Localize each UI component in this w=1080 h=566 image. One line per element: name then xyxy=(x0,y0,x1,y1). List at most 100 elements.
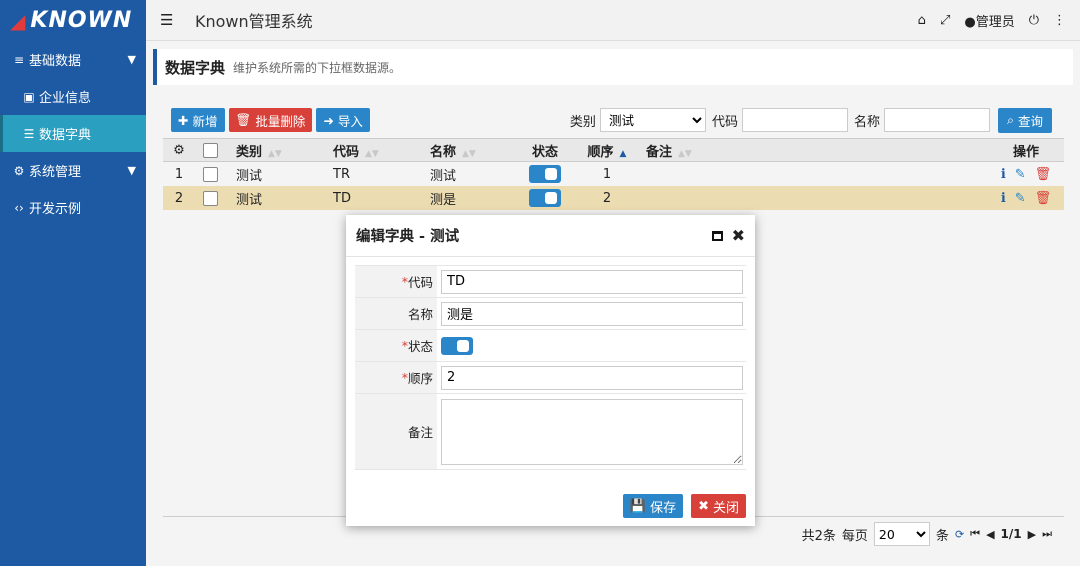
plus-icon: ✚ xyxy=(178,112,189,128)
label-text: 顺序 xyxy=(407,371,433,386)
list-icon: ☰ xyxy=(23,126,35,141)
status-switch[interactable] xyxy=(441,336,473,355)
maximize-icon[interactable] xyxy=(711,230,723,241)
fullscreen-icon[interactable]: ⤢ xyxy=(940,13,950,28)
home-icon[interactable]: ⌂ xyxy=(918,13,926,28)
per-page-unit: 条 xyxy=(935,528,949,544)
import-button[interactable]: ➜ 导入 xyxy=(316,108,370,132)
label-text: 状态 xyxy=(407,339,433,354)
row-checkbox[interactable] xyxy=(202,166,218,182)
code-field[interactable] xyxy=(441,269,743,294)
search-icon: ⌕ xyxy=(1006,112,1014,127)
dialog-header: 编辑字典 - 测试 ✖ xyxy=(346,215,755,257)
sort-icon: ▲▼ xyxy=(268,148,282,159)
category-select[interactable]: 测试 xyxy=(599,108,706,132)
refresh-icon[interactable]: ⟳ xyxy=(955,528,964,541)
row-checkbox[interactable] xyxy=(202,190,218,206)
sidebar-item-dev-examples[interactable]: ‹› 开发示例 xyxy=(0,189,146,226)
import-label: 导入 xyxy=(337,113,363,129)
note-field[interactable] xyxy=(441,398,743,465)
app-title: Known管理系统 xyxy=(195,12,313,31)
code-input[interactable] xyxy=(741,108,848,132)
label-text: 名称 xyxy=(407,307,433,322)
delete-icon[interactable]: 🗑 xyxy=(1035,167,1052,182)
query-form: 类别 测试 代码 名称 ⌕ 查询 xyxy=(564,107,1056,133)
status-toggle[interactable] xyxy=(529,189,561,207)
sort-icon: ▲▼ xyxy=(678,148,692,159)
per-page-label: 每页 xyxy=(841,528,868,544)
last-page-icon[interactable]: ⏭ xyxy=(1042,527,1052,541)
header-order[interactable]: 顺序 ▲ xyxy=(576,141,638,160)
close-button[interactable]: ✖ 关闭 xyxy=(691,494,746,518)
sidebar-item-dictionary[interactable]: ☰ 数据字典 xyxy=(0,115,146,152)
topbar-actions: ⌂ ⤢ ●管理员 ⏻ ⋮ xyxy=(918,11,1066,30)
column-settings-icon[interactable]: ⚙ xyxy=(163,143,195,158)
gears-icon: ⚙ xyxy=(13,163,25,178)
page-size-select[interactable]: 20 xyxy=(873,522,930,546)
name-input[interactable] xyxy=(883,108,990,132)
database-icon: ≡ xyxy=(13,52,25,67)
edit-icon[interactable]: ✎ xyxy=(1015,191,1026,206)
field-label-code: * 代码 xyxy=(355,266,437,297)
header-label: 名称 xyxy=(430,144,457,160)
batch-delete-label: 批量删除 xyxy=(255,113,306,129)
delete-icon[interactable]: 🗑 xyxy=(1035,191,1052,206)
page-header: 数据字典 维护系统所需的下拉框数据源。 xyxy=(153,49,1073,85)
table-row[interactable]: 2 测试 TD 测是 2 ℹ ✎ 🗑 xyxy=(163,186,1064,210)
header-note[interactable]: 备注 ▲▼ xyxy=(638,141,988,160)
logo: ◢ KNOWN xyxy=(0,0,146,41)
save-button[interactable]: 💾 保存 xyxy=(622,494,684,518)
info-icon[interactable]: ℹ xyxy=(1001,167,1006,182)
next-page-icon[interactable]: ▶ xyxy=(1028,528,1036,541)
power-icon[interactable]: ⏻ xyxy=(1029,13,1039,28)
cell-code: TD xyxy=(333,190,351,206)
first-page-icon[interactable]: ⏮ xyxy=(970,527,980,541)
edit-dictionary-dialog: 编辑字典 - 测试 ✖ *代码 名称 *状态 *顺序 备注 💾保存 ✖关闭 xyxy=(346,215,755,526)
sidebar-item-label: 系统管理 xyxy=(29,165,82,180)
form-row-note: 备注 xyxy=(355,393,746,470)
data-table: ⚙ 类别 ▲▼ 代码 ▲▼ 名称 ▲▼ 状态 顺序 ▲ 备注 ▲▼ 操作 1 测试 TR … xyxy=(163,138,1064,210)
logo-text: KNOWN xyxy=(30,8,133,33)
status-toggle[interactable] xyxy=(529,165,561,183)
header-label: 代码 xyxy=(333,144,360,160)
code-icon: ‹› xyxy=(14,200,24,215)
sidebar-item-basic-data[interactable]: ≡ 基础数据 ▼ xyxy=(0,41,146,78)
header-name[interactable]: 名称 ▲▼ xyxy=(419,141,514,160)
user-name: 管理员 xyxy=(975,14,1015,30)
order-field[interactable] xyxy=(441,365,743,390)
close-x-icon: ✖ xyxy=(698,498,709,514)
add-button[interactable]: ✚ 新增 xyxy=(171,108,225,132)
dialog-form: *代码 名称 *状态 *顺序 备注 xyxy=(355,265,746,470)
sidebar-item-label: 基础数据 xyxy=(29,54,82,69)
sidebar-item-company-info[interactable]: ▣ 企业信息 xyxy=(0,78,146,115)
close-icon[interactable]: ✖ xyxy=(732,227,745,244)
row-number: 2 xyxy=(174,190,184,206)
table-row[interactable]: 1 测试 TR 测试 1 ℹ ✎ 🗑 xyxy=(163,162,1064,186)
name-field[interactable] xyxy=(441,301,743,326)
search-button[interactable]: ⌕ 查询 xyxy=(997,107,1052,133)
sidebar-item-label: 开发示例 xyxy=(29,202,82,217)
info-icon[interactable]: ℹ xyxy=(1001,191,1006,206)
sidebar-item-label: 数据字典 xyxy=(39,128,92,143)
header-category[interactable]: 类别 ▲▼ xyxy=(225,141,322,160)
code-label: 代码 xyxy=(711,114,738,130)
trash-icon: 🗑 xyxy=(235,112,252,127)
batch-delete-button[interactable]: 🗑 批量删除 xyxy=(228,108,313,132)
prev-page-icon[interactable]: ◀ xyxy=(986,528,994,541)
import-icon: ➜ xyxy=(323,112,334,128)
header-actions: 操作 xyxy=(1012,144,1039,160)
cell-category: 测试 xyxy=(236,192,263,208)
header-label: 备注 xyxy=(646,144,673,160)
save-label: 保存 xyxy=(650,500,677,516)
header-code[interactable]: 代码 ▲▼ xyxy=(322,141,419,160)
add-button-label: 新增 xyxy=(192,113,218,129)
edit-icon[interactable]: ✎ xyxy=(1015,167,1026,182)
sidebar-item-system[interactable]: ⚙ 系统管理 ▼ xyxy=(0,152,146,189)
menu-toggle-icon[interactable]: ☰ xyxy=(160,11,180,29)
pagination: 共2条 每页 20 条 ⟳ ⏮ ◀ 1/1 ▶ ⏭ xyxy=(802,521,1052,547)
select-all-checkbox[interactable] xyxy=(202,142,218,158)
more-vertical-icon[interactable]: ⋮ xyxy=(1053,13,1066,28)
form-row-order: * 顺序 xyxy=(355,361,746,394)
form-row-status: * 状态 xyxy=(355,329,746,362)
user-menu[interactable]: ●管理员 xyxy=(964,11,1014,30)
